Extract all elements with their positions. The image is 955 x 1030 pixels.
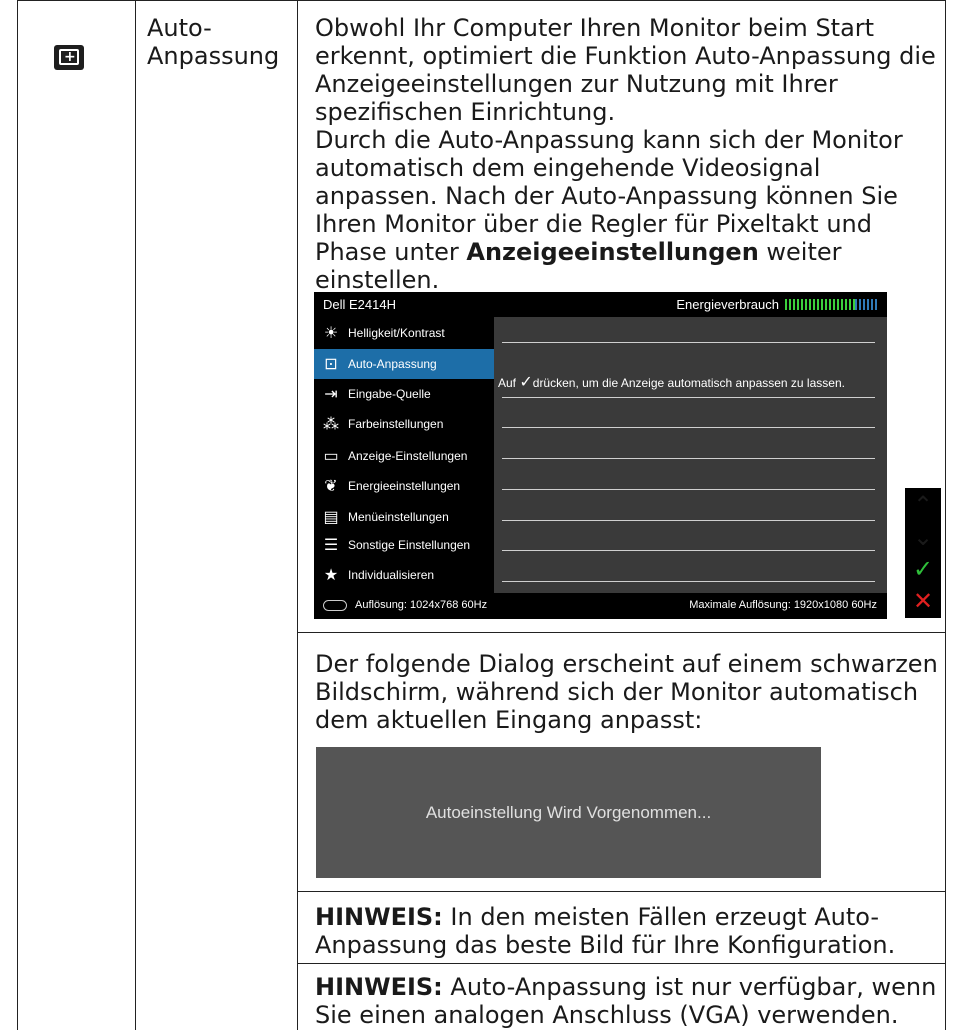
- energy-leaf-icon: ❦: [324, 478, 338, 495]
- osd-footer: Auflösung: 1024x768 60Hz Maximale Auflös…: [314, 593, 887, 619]
- osd-divider: [502, 458, 875, 459]
- star-icon: ★: [323, 567, 339, 584]
- osd-divider: [502, 489, 875, 490]
- osd-menu-item-label: Individualisieren: [348, 568, 435, 582]
- down-icon[interactable]: ⌄: [905, 522, 941, 552]
- osd-menu-item-label: Sonstige Einstellungen: [348, 538, 471, 552]
- note-divider-1: [297, 632, 946, 633]
- auto-adjust-icon: +: [54, 45, 84, 70]
- feature-title-line1: Auto-: [147, 14, 212, 42]
- feature-title-line2: Anpassung: [147, 42, 280, 70]
- table-divider-2: [297, 0, 298, 1030]
- osd-menu-item-label: Helligkeit/Kontrast: [348, 326, 445, 340]
- description-paragraph-1: Obwohl Ihr Computer Ihren Monitor beim S…: [315, 14, 936, 126]
- osd-model-name: Dell E2414H: [323, 297, 396, 312]
- menu-settings-icon: ▤: [323, 509, 339, 526]
- note-2: HINWEIS: Auto-Anpassung ist nur verfügba…: [315, 973, 945, 1029]
- osd-resolution: Auflösung: 1024x768 60Hz: [323, 599, 487, 611]
- description-p2-bold: Anzeigeeinstellungen: [466, 238, 759, 266]
- osd-control-buttons: ⌃ ⌄ ✓ ✕: [905, 488, 941, 618]
- osd-menu-item-menu-settings[interactable]: ▤ Menüeinstellungen: [314, 502, 494, 532]
- osd-menu-item-color[interactable]: ⁂ Farbeinstellungen: [314, 409, 494, 439]
- table-divider-1: [135, 0, 136, 1030]
- osd-divider: [502, 581, 875, 582]
- osd-menu-item-label: Anzeige-Einstellungen: [348, 449, 468, 463]
- osd-energy-meter: Energieverbrauch: [676, 297, 877, 312]
- check-icon: ✓: [519, 374, 533, 391]
- table-border-top: [17, 0, 946, 1]
- description: Obwohl Ihr Computer Ihren Monitor beim S…: [315, 14, 945, 294]
- brightness-icon: ☀: [323, 325, 339, 342]
- osd-screenshot: Dell E2414H Energieverbrauch ☀ Helligkeit…: [314, 292, 887, 619]
- osd-energy-label: Energieverbrauch: [676, 297, 779, 312]
- osd-auto-adjust-message: Auf ✓drücken, um die Anzeige automatisch…: [498, 372, 845, 392]
- osd-max-resolution: Maximale Auflösung: 1920x1080 60Hz: [689, 599, 877, 611]
- check-icon[interactable]: ✓: [905, 554, 941, 584]
- note-keyword: HINWEIS:: [315, 973, 443, 1001]
- osd-menu-item-label: Eingabe-Quelle: [348, 387, 431, 401]
- table-border-right: [945, 0, 946, 1030]
- osd-message-pre: Auf: [498, 376, 520, 390]
- other-settings-icon: ☰: [323, 537, 339, 554]
- display-icon: ▭: [323, 448, 339, 465]
- osd-divider: [502, 397, 875, 398]
- note-keyword: HINWEIS:: [315, 903, 443, 931]
- osd-divider: [502, 550, 875, 551]
- description-paragraph-2: Durch die Auto-Anpassung kann sich der M…: [315, 126, 945, 294]
- up-icon[interactable]: ⌃: [905, 490, 941, 520]
- note-divider-3: [297, 963, 946, 964]
- osd-menu: ☀ Helligkeit/Kontrast ⊡ Auto-Anpassung ⇥ Ei…: [314, 317, 494, 593]
- osd-menu-item-energy[interactable]: ❦ Energieeinstellungen: [314, 471, 494, 501]
- osd-divider: [502, 342, 875, 343]
- close-icon[interactable]: ✕: [905, 586, 941, 616]
- osd-menu-item-label: Farbeinstellungen: [348, 417, 444, 431]
- osd-divider: [502, 427, 875, 428]
- osd-divider: [502, 520, 875, 521]
- osd-menu-item-label: Auto-Anpassung: [348, 357, 437, 371]
- osd-menu-item-input-source[interactable]: ⇥ Eingabe-Quelle: [314, 379, 494, 409]
- auto-adjust-dialog: Autoeinstellung Wird Vorgenommen...: [316, 747, 821, 878]
- osd-menu-item-brightness[interactable]: ☀ Helligkeit/Kontrast: [314, 318, 494, 348]
- feature-title: Auto- Anpassung: [147, 14, 287, 70]
- osd-menu-item-other-settings[interactable]: ☰ Sonstige Einstellungen: [314, 530, 494, 560]
- note-1: HINWEIS: In den meisten Fällen erzeugt A…: [315, 903, 945, 959]
- osd-menu-item-label: Energieeinstellungen: [348, 479, 461, 493]
- osd-menu-item-display[interactable]: ▭ Anzeige-Einstellungen: [314, 441, 494, 471]
- osd-menu-item-auto-adjust[interactable]: ⊡ Auto-Anpassung: [314, 349, 494, 379]
- note-divider-2: [297, 891, 946, 892]
- color-icon: ⁂: [323, 416, 339, 433]
- osd-menu-item-personalize[interactable]: ★ Individualisieren: [314, 560, 494, 590]
- monitor-icon: [323, 599, 347, 611]
- osd-message-post: drücken, um die Anzeige automatisch anpa…: [532, 376, 845, 390]
- auto-adjust-icon: ⊡: [324, 356, 338, 373]
- table-border-left: [17, 0, 18, 1030]
- input-source-icon: ⇥: [324, 386, 338, 403]
- osd-resolution-text: Auflösung: 1024x768 60Hz: [355, 599, 488, 611]
- energy-bar-icon: [785, 299, 877, 310]
- osd-header: Dell E2414H Energieverbrauch: [314, 292, 887, 317]
- osd-submenu-panel: Auf ✓drücken, um die Anzeige automatisch…: [494, 317, 887, 593]
- dialog-intro-paragraph: Der folgende Dialog erscheint auf einem …: [315, 650, 938, 734]
- osd-menu-item-label: Menüeinstellungen: [348, 510, 449, 524]
